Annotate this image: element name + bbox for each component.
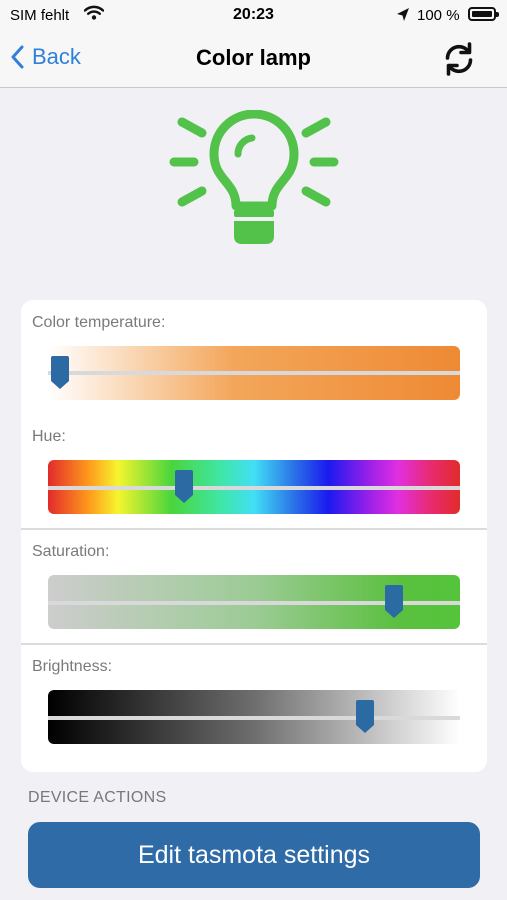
- hue-line: [48, 486, 460, 490]
- navigation-bar: Back Color lamp: [0, 30, 507, 88]
- divider: [21, 643, 487, 645]
- refresh-icon[interactable]: [440, 40, 478, 78]
- hue-thumb[interactable]: [174, 470, 194, 504]
- edit-tasmota-settings-button[interactable]: Edit tasmota settings: [28, 822, 480, 888]
- color-temperature-line: [48, 371, 460, 375]
- divider: [21, 528, 487, 530]
- location-arrow-icon: [396, 7, 410, 28]
- brightness-thumb[interactable]: [355, 700, 375, 734]
- saturation-label: Saturation:: [32, 543, 110, 560]
- status-bar: SIM fehlt 20:23 100 %: [0, 0, 507, 30]
- light-controls-card: Color temperature: Hue: Saturation: Brig…: [21, 300, 487, 772]
- light-bulb-icon: [168, 109, 340, 250]
- battery-percentage: 100 %: [417, 7, 460, 24]
- battery-icon: [468, 7, 499, 21]
- saturation-thumb[interactable]: [384, 585, 404, 619]
- color-temperature-label: Color temperature:: [32, 314, 166, 331]
- brightness-label: Brightness:: [32, 658, 113, 675]
- brightness-line: [48, 716, 460, 720]
- page-title: Color lamp: [196, 45, 311, 70]
- color-temperature-thumb[interactable]: [50, 356, 70, 390]
- hue-label: Hue:: [32, 428, 66, 445]
- section-header-device-actions: DEVICE ACTIONS: [28, 789, 167, 806]
